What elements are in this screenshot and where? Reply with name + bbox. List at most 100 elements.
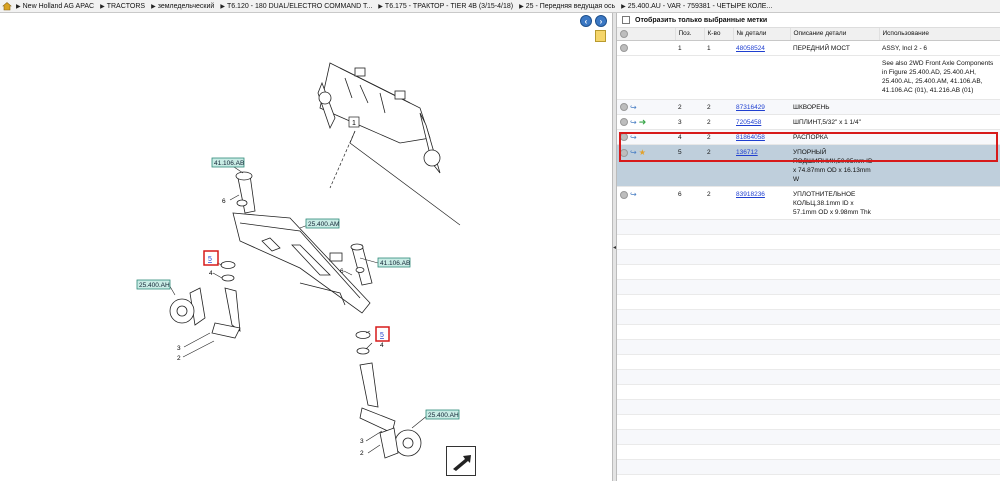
triangle-right-icon: ▶	[519, 3, 524, 10]
breadcrumb-item[interactable]: ▶ T6.120 - 180 DUAL/ELECTRO COMMAND T...	[220, 3, 372, 10]
parts-table: Поз. К-во № детали Описание детали Испол…	[617, 28, 1000, 221]
svg-text:5: 5	[380, 332, 384, 339]
parts-list-pane: Отобразить только выбранные метки Поз. К…	[617, 13, 1000, 481]
cart-hand-icon[interactable]: ↪	[630, 133, 637, 142]
breadcrumb-item[interactable]: ▶ TRACTORS	[100, 3, 145, 10]
part-number-link[interactable]: 81864058	[736, 134, 765, 141]
header-description[interactable]: Описание детали	[790, 28, 880, 41]
callout-number-2: 2	[360, 450, 364, 457]
table-row: See also 2WD Front Axle Components in Fi…	[617, 55, 1000, 100]
callout-number-1: 1	[352, 120, 356, 127]
row-select-icon[interactable]	[620, 118, 628, 127]
header-quantity[interactable]: К-во	[704, 28, 734, 41]
empty-row	[617, 280, 1000, 296]
kingpin-top	[235, 171, 256, 214]
breadcrumb-item[interactable]: ▶ земледельческий	[151, 3, 214, 10]
empty-row	[617, 310, 1000, 326]
green-arrow-icon[interactable]: ➜	[639, 117, 647, 127]
table-row[interactable]: ↪ ➜ 3 2 7205458 ШПЛИНТ,5/32" x 1 1/4"	[617, 114, 1000, 130]
diagram-pane: ‹ › 1 41.106.AB 25.400.AM 25.400.AH 41.1…	[0, 13, 612, 481]
header-usage[interactable]: Использование	[879, 28, 1000, 41]
breadcrumb: ▶ New Holland AG APAC ▶ TRACTORS ▶ земледел…	[0, 0, 1000, 13]
callout-number-4: 4	[209, 270, 213, 277]
breadcrumb-item[interactable]: ▶ 25 - Передняя ведущая ось	[519, 3, 615, 10]
svg-text:41.106.AB: 41.106.AB	[214, 160, 244, 167]
callout-number-6: 6	[222, 198, 226, 205]
table-row[interactable]: 1 1 48058524 ПЕРЕДНИЙ МОСТ ASSY, Incl 2 …	[617, 40, 1000, 56]
triangle-right-icon: ▶	[151, 3, 156, 10]
callout-25-400-ah-bottom[interactable]: 25.400.AH	[425, 409, 460, 420]
part-number-link[interactable]: 87316429	[736, 104, 765, 111]
callout-number-2: 2	[177, 355, 181, 362]
empty-row	[617, 220, 1000, 236]
empty-row	[617, 295, 1000, 311]
svg-text:25.400.AH: 25.400.AH	[139, 282, 170, 289]
header-part-number[interactable]: № детали	[733, 28, 791, 41]
empty-rows	[617, 220, 1000, 476]
header-icons	[617, 28, 676, 41]
parts-diagram: 1 41.106.AB 25.400.AM 25.400.AH 41.106.A…	[136, 62, 461, 459]
axle-beam	[232, 212, 371, 314]
empty-row	[617, 340, 1000, 356]
empty-row	[617, 430, 1000, 446]
breadcrumb-item[interactable]: ▶ T6.175 - ТРАКТОР - TIER 4B (3/15-4/18)	[378, 3, 513, 10]
part-number-link[interactable]: 48058524	[736, 45, 765, 52]
callout-5-right-highlight[interactable]: 5	[375, 326, 390, 342]
empty-row	[617, 415, 1000, 431]
triangle-right-icon: ▶	[100, 3, 105, 10]
part-number-link[interactable]: 7205458	[736, 119, 761, 126]
empty-row	[617, 400, 1000, 416]
triangle-right-icon: ▶	[16, 3, 21, 10]
cart-hand-icon[interactable]: ↪	[630, 118, 637, 127]
empty-row	[617, 460, 1000, 476]
triangle-right-icon: ▶	[378, 3, 383, 10]
callout-number-6: 6	[340, 268, 344, 275]
cart-hand-icon[interactable]: ↪	[630, 148, 637, 157]
svg-text:25.400.AM: 25.400.AM	[308, 221, 339, 228]
spindle-left	[169, 287, 241, 339]
breadcrumb-item[interactable]: ▶ 25.400.AU - VAR - 759381 - ЧЕТЫРЕ КОЛЕ.…	[621, 3, 772, 10]
empty-row	[617, 385, 1000, 401]
callout-25-400-ah-left[interactable]: 25.400.AH	[136, 279, 171, 290]
row-select-icon[interactable]	[620, 133, 628, 142]
row-select-icon[interactable]	[620, 148, 628, 157]
empty-row	[617, 355, 1000, 371]
filter-selected-marks[interactable]: Отобразить только выбранные метки	[617, 13, 1000, 28]
breadcrumb-item[interactable]: ▶ New Holland AG APAC	[16, 3, 94, 10]
row-select-icon[interactable]	[620, 103, 628, 111]
callout-number-4: 4	[380, 342, 384, 349]
row-select-icon[interactable]	[620, 43, 628, 52]
triangle-right-icon: ▶	[220, 3, 225, 10]
table-row[interactable]: ↪ 2 2 87316429 ШКВОРЕНЬ	[617, 99, 1000, 115]
callout-25-400-am[interactable]: 25.400.AM	[305, 218, 339, 229]
cart-hand-icon[interactable]: ↪	[630, 103, 637, 112]
triangle-right-icon: ▶	[621, 3, 626, 10]
star-icon[interactable]: ★	[639, 148, 646, 157]
select-all-icon[interactable]	[620, 29, 628, 38]
empty-row	[617, 250, 1000, 266]
part-number-link[interactable]: 136712	[736, 149, 758, 156]
svg-text:5: 5	[208, 256, 212, 263]
row-select-icon[interactable]	[620, 190, 628, 199]
callout-number-3: 3	[360, 438, 364, 445]
table-row-selected[interactable]: ↪ ★ 5 2 136712 УПОРНЫЙ ПОДШИПНИК,50.95mm …	[617, 144, 1000, 188]
callout-41-106-ab-top[interactable]: 41.106.AB	[211, 157, 245, 168]
callout-number-3: 3	[177, 345, 181, 352]
cart-hand-icon[interactable]: ↪	[630, 190, 637, 199]
empty-row	[617, 445, 1000, 461]
callout-41-106-ab-right[interactable]: 41.106.AB	[377, 257, 411, 268]
callout-5-left-highlight[interactable]: 5	[203, 250, 219, 266]
header-position[interactable]: Поз.	[675, 28, 705, 41]
kingpin-right	[350, 243, 373, 286]
empty-row	[617, 370, 1000, 386]
spindle-right	[359, 362, 422, 459]
empty-row	[617, 235, 1000, 251]
table-header: Поз. К-во № детали Описание детали Испол…	[617, 28, 1000, 41]
filter-checkbox[interactable]	[622, 16, 630, 24]
part-number-link[interactable]: 83918236	[736, 191, 765, 198]
table-row[interactable]: ↪ 6 2 83918236 УПЛОТНИТЕЛЬНОЕ КОЛЬЦ,38.1…	[617, 186, 1000, 221]
svg-text:41.106.AB: 41.106.AB	[380, 260, 410, 267]
home-icon[interactable]	[2, 1, 12, 11]
table-row[interactable]: ↪ 4 2 81864058 РАСПОРКА	[617, 129, 1000, 146]
return-arrow-icon[interactable]	[446, 446, 476, 476]
